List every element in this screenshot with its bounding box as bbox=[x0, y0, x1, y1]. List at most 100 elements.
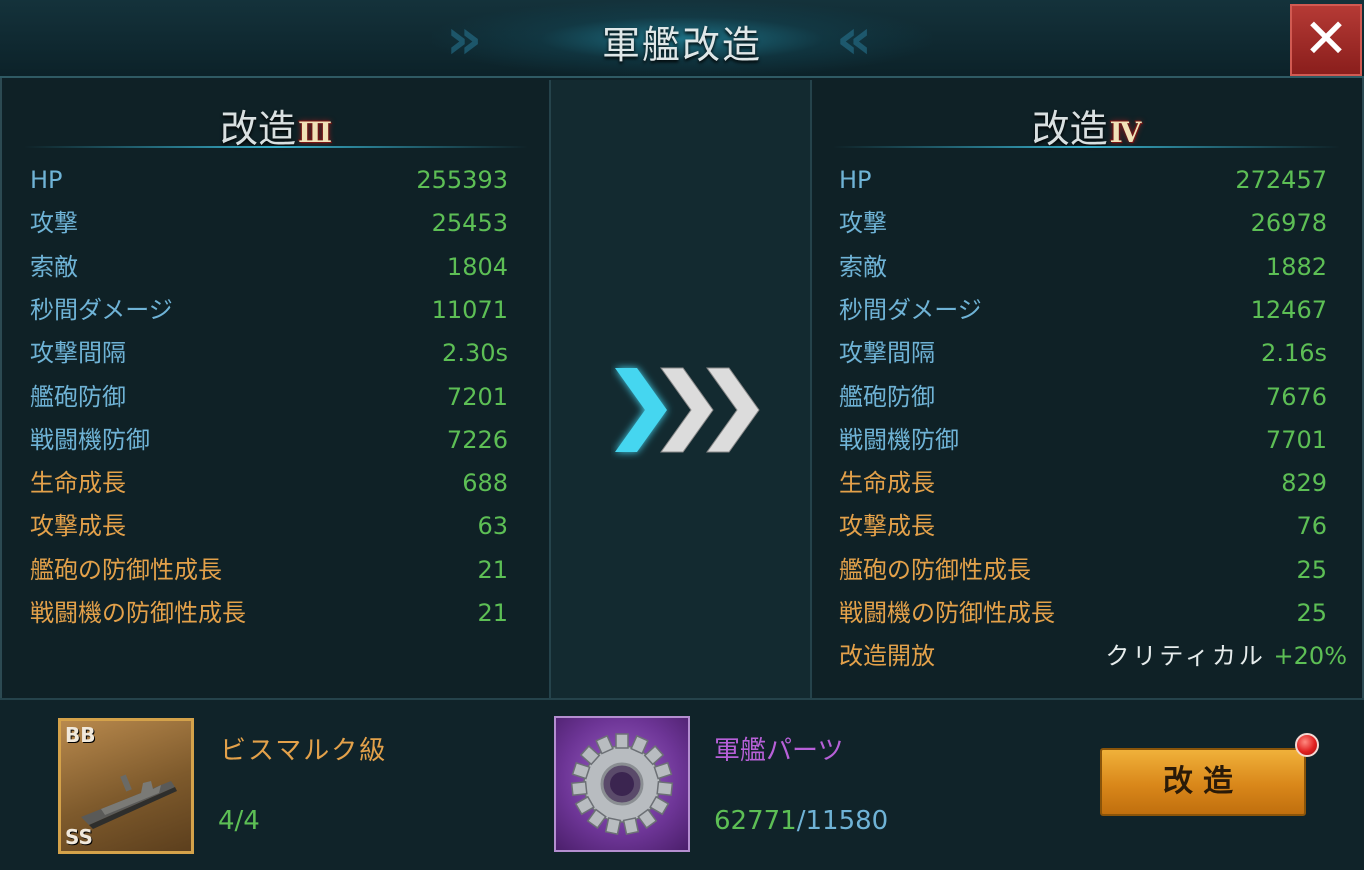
stat-value: 1882 bbox=[1265, 252, 1327, 281]
unlock-row: 改造開放 クリティカル +20% bbox=[839, 636, 1347, 676]
stat-row: 戦闘機の防御性成長 21 bbox=[30, 593, 508, 633]
stat-value: 7226 bbox=[446, 425, 508, 454]
stat-label: 攻撃間隔 bbox=[839, 339, 935, 368]
stat-value: 76 bbox=[1296, 512, 1327, 541]
stat-row: 生命成長 688 bbox=[30, 463, 508, 503]
stat-row: 攻撃成長 76 bbox=[839, 506, 1327, 546]
unlock-value: +20% bbox=[1273, 642, 1347, 670]
stat-value: 26978 bbox=[1250, 209, 1327, 238]
unlock-detail: クリティカル +20% bbox=[1105, 636, 1347, 676]
stat-value: 255393 bbox=[416, 166, 508, 194]
stat-label: HP bbox=[30, 166, 63, 194]
stat-value: 21 bbox=[477, 599, 508, 627]
stat-label: HP bbox=[839, 166, 872, 194]
stat-label: 艦砲防御 bbox=[30, 382, 126, 411]
stat-label: 生命成長 bbox=[30, 469, 126, 498]
stat-row: 攻撃成長 63 bbox=[30, 506, 508, 546]
stat-row: 艦砲防御 7201 bbox=[30, 377, 508, 417]
stat-row: 攻撃 25453 bbox=[30, 203, 508, 243]
stat-value: 63 bbox=[477, 512, 508, 541]
stat-label: 秒間ダメージ bbox=[839, 295, 982, 324]
stat-value: 25 bbox=[1296, 555, 1327, 584]
stat-value: 2.30s bbox=[442, 339, 508, 368]
stat-row: 秒間ダメージ 11071 bbox=[30, 290, 508, 330]
next-rank-title: 改造Ⅳ bbox=[813, 98, 1360, 153]
stat-value: 829 bbox=[1281, 469, 1327, 498]
stat-value: 7676 bbox=[1265, 382, 1327, 411]
stat-row: 艦砲の防御性成長 25 bbox=[839, 550, 1327, 590]
current-title-label: 改造 bbox=[219, 107, 296, 151]
stat-value: 25 bbox=[1296, 599, 1327, 627]
stat-label: 攻撃 bbox=[839, 209, 887, 238]
dialog-header: » « 軍艦改造 bbox=[0, 0, 1364, 78]
stat-row: 攻撃間隔 2.30s bbox=[30, 333, 508, 373]
part-name: 軍艦パーツ bbox=[714, 736, 844, 766]
stat-row: 艦砲の防御性成長 21 bbox=[30, 550, 508, 590]
unlock-label: 改造開放 bbox=[839, 642, 935, 670]
next-title-label: 改造 bbox=[1031, 107, 1108, 151]
stat-label: 生命成長 bbox=[839, 469, 935, 498]
title-divider bbox=[24, 146, 528, 148]
ship-count: 4/4 bbox=[218, 806, 260, 836]
stat-row: HP 255393 bbox=[30, 160, 508, 200]
close-button[interactable]: ✕ bbox=[1290, 4, 1362, 76]
stat-row: 戦闘機防御 7226 bbox=[30, 420, 508, 460]
dialog-title: 軍艦改造 bbox=[601, 23, 762, 67]
stat-value: 11071 bbox=[431, 295, 508, 324]
notification-dot-icon bbox=[1295, 733, 1319, 757]
stat-row: 秒間ダメージ 12467 bbox=[839, 290, 1327, 330]
stat-value: 2.16s bbox=[1261, 339, 1327, 368]
stat-label: 攻撃成長 bbox=[839, 512, 935, 541]
upgrade-button[interactable]: 改造 bbox=[1100, 748, 1306, 816]
current-rank-title: 改造Ⅲ bbox=[4, 98, 548, 153]
stat-label: 艦砲防御 bbox=[839, 382, 935, 411]
stat-row: 索敵 1804 bbox=[30, 247, 508, 287]
next-stats-panel: 改造Ⅳ HP 272457 攻撃 26978 索敵 1882 秒間ダメージ 12467 攻撃間隔… bbox=[813, 80, 1360, 698]
stat-value: 1804 bbox=[446, 252, 508, 281]
gear-icon bbox=[570, 733, 674, 836]
stat-row: 索敵 1882 bbox=[839, 247, 1327, 287]
ship-class-name: ビスマルク級 bbox=[220, 736, 388, 766]
part-owned-count: 62771 bbox=[714, 806, 797, 836]
ship-card[interactable]: BB SS bbox=[58, 718, 194, 854]
stat-value: 7701 bbox=[1265, 425, 1327, 454]
ship-rarity-tag: SS bbox=[65, 825, 93, 849]
stat-label: 戦闘機の防御性成長 bbox=[30, 599, 246, 627]
part-required-count: /11580 bbox=[796, 806, 889, 836]
stat-value: 25453 bbox=[431, 209, 508, 238]
stat-label: 攻撃 bbox=[30, 209, 78, 238]
transition-panel bbox=[549, 80, 812, 698]
stat-row: 戦闘機の防御性成長 25 bbox=[839, 593, 1327, 633]
stat-row: 艦砲防御 7676 bbox=[839, 377, 1327, 417]
stat-label: 戦闘機防御 bbox=[30, 425, 150, 454]
upgrade-arrows-icon bbox=[615, 367, 760, 453]
stat-label: 攻撃間隔 bbox=[30, 339, 126, 368]
stat-value: 272457 bbox=[1235, 166, 1327, 194]
stat-label: 艦砲の防御性成長 bbox=[839, 555, 1031, 584]
stat-value: 688 bbox=[462, 469, 508, 498]
stat-row: 攻撃 26978 bbox=[839, 203, 1327, 243]
title-divider bbox=[833, 146, 1340, 148]
stat-value: 7201 bbox=[446, 382, 508, 411]
current-stats-panel: 改造Ⅲ HP 255393 攻撃 25453 索敵 1804 秒間ダメージ 11071 攻撃間隔… bbox=[4, 80, 548, 698]
ship-type-tag: BB bbox=[65, 723, 96, 747]
rank-star-badge-icon: Ⅳ bbox=[1109, 116, 1142, 149]
stat-row: 生命成長 829 bbox=[839, 463, 1327, 503]
stat-label: 戦闘機の防御性成長 bbox=[839, 599, 1055, 627]
stat-row: HP 272457 bbox=[839, 160, 1327, 200]
stat-label: 艦砲の防御性成長 bbox=[30, 555, 222, 584]
stat-label: 索敵 bbox=[839, 252, 887, 281]
stat-value: 21 bbox=[477, 555, 508, 584]
part-card[interactable] bbox=[554, 716, 690, 852]
rank-star-badge-icon: Ⅲ bbox=[297, 116, 333, 149]
stat-row: 攻撃間隔 2.16s bbox=[839, 333, 1327, 373]
close-icon: ✕ bbox=[1303, 7, 1349, 70]
part-count: 62771/11580 bbox=[714, 806, 888, 836]
stat-label: 秒間ダメージ bbox=[30, 295, 173, 324]
stat-value: 12467 bbox=[1250, 295, 1327, 324]
stat-row: 戦闘機防御 7701 bbox=[839, 420, 1327, 460]
stat-label: 攻撃成長 bbox=[30, 512, 126, 541]
unlock-text: クリティカル bbox=[1105, 642, 1266, 670]
stat-label: 索敵 bbox=[30, 252, 78, 281]
stat-label: 戦闘機防御 bbox=[839, 425, 959, 454]
